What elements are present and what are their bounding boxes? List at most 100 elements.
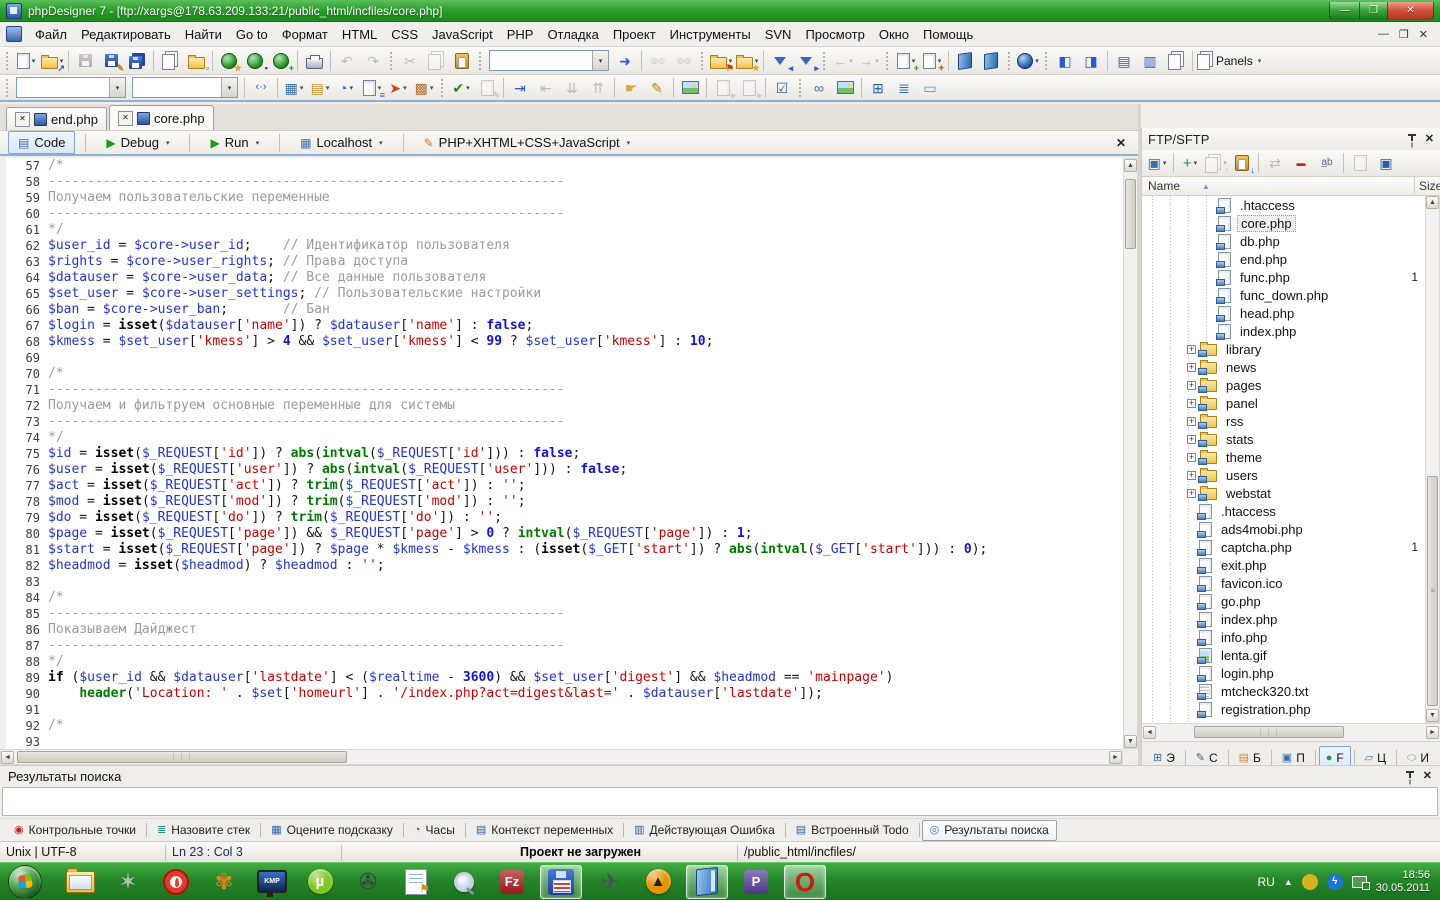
maximize-button[interactable]: ❐ [1360, 2, 1388, 20]
tray-network-icon[interactable] [1352, 876, 1367, 888]
browser-preview-icon[interactable]: ★ [216, 49, 242, 73]
scroll-right-icon[interactable]: ► [1109, 751, 1122, 764]
run-button[interactable]: ▶Run▾ [200, 131, 269, 154]
next-document-icon[interactable]: ▸ [710, 76, 736, 100]
insert-link-icon[interactable]: ∞ [806, 76, 832, 100]
tree-item-lenta-gif[interactable]: lenta.gif [1199, 646, 1440, 664]
taskbar-explorer-icon[interactable] [60, 866, 100, 898]
code-line[interactable]: 57/* [6, 158, 1123, 174]
menu-svn[interactable]: SVN [758, 24, 799, 45]
ftp-column-header[interactable]: Name ▲ Size [1142, 177, 1440, 196]
tree-item-library[interactable]: +library [1187, 340, 1440, 358]
web-browser-icon[interactable]: ▾ [1015, 49, 1041, 73]
scroll-up-icon[interactable]: ▲ [1124, 159, 1137, 172]
menu-javascript[interactable]: JavaScript [425, 24, 500, 45]
code-line[interactable]: 66$ban = $core->user_ban; // Бан [6, 302, 1123, 318]
tree-item-panel[interactable]: +panel [1187, 394, 1440, 412]
editor-horizontal-scrollbar[interactable]: ◄ ⋮⋮⋮ ► [0, 749, 1123, 765]
localhost-button[interactable]: ▦Localhost▾ [290, 131, 393, 154]
close-button[interactable]: ✕ [1388, 2, 1434, 20]
tree-vscroll-thumb[interactable]: ≡ [1427, 476, 1438, 706]
undo-icon[interactable]: ↶ [334, 49, 360, 73]
tab-watches[interactable]: ◔Часы [406, 820, 463, 841]
insert-image-icon[interactable] [832, 76, 858, 100]
transfer-icon[interactable]: ⇄ [1262, 151, 1288, 175]
code-line[interactable]: 90 header('Location: ' . $set['homeurl']… [6, 686, 1123, 702]
column-name[interactable]: Name [1148, 179, 1180, 193]
navigate-forward-icon[interactable]: →▾ [856, 49, 882, 73]
tree-item-pages[interactable]: +pages [1187, 376, 1440, 394]
taskbar-phpdesigner-icon[interactable]: ✾ [204, 866, 244, 898]
menu-отладка[interactable]: Отладка [540, 24, 605, 45]
download-icon[interactable]: ↓ [1229, 151, 1255, 175]
menu-помощь[interactable]: Помощь [916, 24, 980, 45]
menu-окно[interactable]: Окно [872, 24, 916, 45]
view-icon[interactable]: ▣ [1373, 151, 1399, 175]
previous-window-icon[interactable]: ◧ [1052, 49, 1078, 73]
code-line[interactable]: 64$datauser = $core->user_data; // Все д… [6, 270, 1123, 286]
tray-agent-icon[interactable] [1302, 874, 1318, 890]
code-line[interactable]: 72Получаем и фильтруем основные переменн… [6, 398, 1123, 414]
code-line[interactable]: 81$start = isset($_REQUEST['page']) ? $p… [6, 542, 1123, 558]
code-editor[interactable]: 57/*58----------------------------------… [0, 158, 1138, 765]
code-line[interactable]: 88*/ [6, 654, 1123, 670]
copy-icon[interactable] [423, 49, 449, 73]
download-library-icon[interactable] [978, 49, 1004, 73]
code-line[interactable]: 77$act = isset($_REQUEST['act']) ? trim(… [6, 478, 1123, 494]
language-indicator[interactable]: RU [1257, 875, 1274, 889]
style-combobox[interactable]: ▾ [16, 77, 126, 98]
expand-icon[interactable]: + [1187, 489, 1196, 498]
code-line[interactable]: 75$id = isset($_REQUEST['id']) ? abs(int… [6, 446, 1123, 462]
scroll-up-icon[interactable]: ▲ [1426, 196, 1439, 209]
element-combobox[interactable]: ▾ [132, 77, 238, 98]
code-line[interactable]: 86Показываем Дайджест [6, 622, 1123, 638]
tree-item-mtcheck320-txt[interactable]: mtcheck320.txt [1199, 682, 1440, 700]
code-line[interactable]: 84/* [6, 590, 1123, 606]
tree-item-login-php[interactable]: login.php [1199, 664, 1440, 682]
expand-icon[interactable]: + [1187, 381, 1196, 390]
column-size[interactable]: Size [1414, 177, 1440, 195]
upload-icon[interactable]: ↑▾ [1203, 151, 1229, 175]
validate-icon[interactable]: ☑ [769, 76, 795, 100]
php+xhtml+css+javascript-button[interactable]: ✎PHP+XHTML+CSS+JavaScript▾ [414, 131, 641, 154]
tree-item-end-php[interactable]: end.php [1218, 250, 1440, 268]
pin-icon[interactable] [1405, 771, 1415, 782]
code-library-search-icon[interactable]: ✦▾ [919, 49, 945, 73]
insert-list-icon[interactable]: ≣ [891, 76, 917, 100]
tree-item-rss[interactable]: +rss [1187, 412, 1440, 430]
tree-item-webstat[interactable]: +webstat [1187, 484, 1440, 502]
expand-icon[interactable]: + [1187, 345, 1196, 354]
code-line[interactable]: 92/* [6, 718, 1123, 734]
doc-tab-core-php[interactable]: ✕core.php [109, 105, 214, 130]
code-line[interactable]: 65$set_user = $core->user_settings; // П… [6, 286, 1123, 302]
tree-vertical-scrollbar[interactable]: ▲ ≡ ▼ [1425, 196, 1440, 723]
tree-item-captcha-php[interactable]: captcha.php1 [1199, 538, 1440, 556]
next-window-icon[interactable]: ◨ [1078, 49, 1104, 73]
code-line[interactable]: 74*/ [6, 430, 1123, 446]
bookmark-toggle-icon[interactable]: ⚑▾ [708, 49, 734, 73]
tray-bolt-icon[interactable]: ϟ [1327, 874, 1343, 890]
mdi-restore-icon[interactable]: ❐ [1399, 28, 1409, 41]
code-line[interactable]: 76$user = isset($_REQUEST['user']) ? abs… [6, 462, 1123, 478]
results-close-icon[interactable]: ✕ [1423, 771, 1432, 782]
tree-item-func-php[interactable]: func.php1 [1218, 268, 1440, 286]
tree-horizontal-scrollbar[interactable]: ◄ ⋮⋮⋮ ► [1142, 723, 1440, 741]
rename-icon[interactable]: a̲b [1314, 151, 1340, 175]
highlighter-icon[interactable]: ✎ [644, 76, 670, 100]
minimize-button[interactable]: — [1329, 2, 1360, 20]
tray-expand-icon[interactable]: ▲ [1284, 877, 1293, 887]
code-line[interactable]: 58--------------------------------------… [6, 174, 1123, 190]
tree-item-exit-php[interactable]: exit.php [1199, 556, 1440, 574]
expand-icon[interactable]: + [1187, 363, 1196, 372]
code-line[interactable]: 91 [6, 702, 1123, 718]
start-button[interactable] [8, 865, 42, 899]
editor-hscroll-thumb[interactable]: ⋮⋮⋮ [17, 751, 347, 763]
folder-page-icon[interactable]: ▫ [183, 49, 209, 73]
insert-div-icon[interactable]: ▭ [917, 76, 943, 100]
code-line[interactable]: 73--------------------------------------… [6, 414, 1123, 430]
bookmark-list-icon[interactable]: ★▾ [734, 49, 760, 73]
taskbar-punto-icon[interactable]: P [736, 866, 776, 898]
editor-toolbar-close-icon[interactable]: ✕ [1112, 136, 1130, 150]
code-button[interactable]: ▤Code [8, 131, 75, 154]
code-line[interactable]: 62$user_id = $core->user_id; // Идентифи… [6, 238, 1123, 254]
